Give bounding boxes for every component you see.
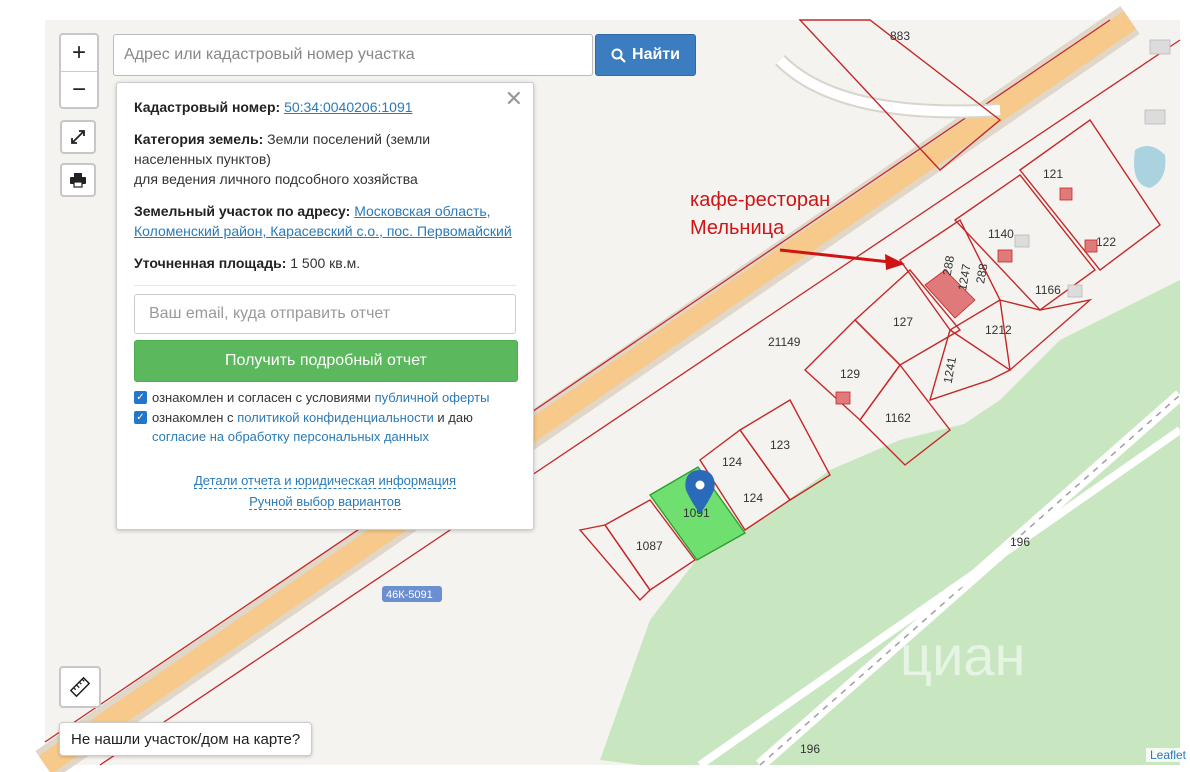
zoom-control: + − <box>59 33 99 109</box>
plot-label-1166: 1166 <box>1035 283 1061 297</box>
plot-label-1140: 1140 <box>988 227 1014 241</box>
expand-icon <box>71 130 85 144</box>
get-report-button[interactable]: Получить подробный отчет <box>134 340 518 382</box>
consent-offer-checkbox[interactable]: ✓ ознакомлен и согласен с условиями публ… <box>134 388 516 407</box>
plot-label-124b: 124 <box>743 491 763 505</box>
parcel-info-popup: ✕ Кадастровый номер: 50:34:0040206:1091 … <box>116 82 534 530</box>
area-row: Уточненная площадь: 1 500 кв.м. <box>134 253 516 273</box>
plot-label-127: 127 <box>893 315 913 329</box>
consent-privacy-checkbox[interactable]: ✓ ознакомлен с политикой конфиденциально… <box>134 408 516 446</box>
cadastral-number-row: Кадастровый номер: 50:34:0040206:1091 <box>134 97 516 117</box>
personal-data-consent-link[interactable]: согласие на обработку персональных данны… <box>152 429 429 444</box>
area-label: Уточненная площадь: <box>134 255 287 271</box>
fullscreen-button[interactable] <box>60 120 96 154</box>
plot-label-1212: 1212 <box>985 323 1012 337</box>
email-field[interactable] <box>134 294 516 334</box>
consent-privacy-mid: и даю <box>437 410 473 425</box>
zoom-out-button[interactable]: − <box>61 71 97 108</box>
road-badge-label: 46К-5091 <box>386 589 433 601</box>
plot-label-21149: 21149 <box>768 335 801 349</box>
address-label: Земельный участок по адресу: <box>134 203 351 219</box>
search-icon <box>611 48 626 63</box>
print-button[interactable] <box>60 163 96 197</box>
plot-label-1162: 1162 <box>885 411 911 425</box>
search-input[interactable] <box>113 34 593 76</box>
not-found-button[interactable]: Не нашли участок/дом на карте? <box>59 722 313 756</box>
printer-icon <box>70 173 86 188</box>
address-row: Земельный участок по адресу: Московская … <box>134 201 516 241</box>
land-use-value: для ведения личного подсобного хозяйства <box>134 171 418 187</box>
plot-label-123: 123 <box>770 438 790 452</box>
leaflet-attribution-link[interactable]: Leaflet <box>1145 748 1190 762</box>
watermark: циан <box>900 624 1025 687</box>
report-details-link[interactable]: Детали отчета и юридическая информация <box>193 473 457 489</box>
plot-label-196a: 196 <box>1010 535 1030 549</box>
plot-label-129: 129 <box>840 367 860 381</box>
public-offer-link[interactable]: публичной оферты <box>375 390 490 405</box>
privacy-policy-link[interactable]: политикой конфиденциальности <box>237 410 434 425</box>
cadastral-number-link[interactable]: 50:34:0040206:1091 <box>284 99 412 115</box>
cadastral-number-label: Кадастровый номер: <box>134 99 281 115</box>
plot-label-124a: 124 <box>722 455 742 469</box>
plot-label-121: 121 <box>1043 167 1063 181</box>
plot-label-883: 883 <box>890 29 910 43</box>
search-button-label: Найти <box>632 46 680 63</box>
plot-label-122: 122 <box>1096 235 1116 249</box>
annotation-line2: Мельница <box>690 217 785 239</box>
checkbox-checked-icon[interactable]: ✓ <box>134 391 147 404</box>
consent-privacy-text: ознакомлен с <box>152 410 234 425</box>
consent-offer-text: ознакомлен и согласен с условиями <box>152 390 371 405</box>
area-value: 1 500 кв.м. <box>290 255 361 271</box>
land-category-label: Категория земель: <box>134 131 264 147</box>
checkbox-checked-icon[interactable]: ✓ <box>134 411 147 424</box>
manual-selection-link[interactable]: Ручной выбор вариантов <box>249 494 401 510</box>
divider <box>134 285 516 286</box>
close-icon[interactable]: ✕ <box>505 88 523 110</box>
zoom-in-button[interactable]: + <box>61 35 97 71</box>
land-category-row: Категория земель: Земли поселений (земли… <box>134 129 516 189</box>
annotation-text: кафе-ресторан Мельница <box>690 186 830 242</box>
plot-label-1087: 1087 <box>636 539 663 553</box>
search-button[interactable]: Найти <box>595 34 696 76</box>
annotation-line1: кафе-ресторан <box>690 189 831 211</box>
plot-label-196b: 196 <box>800 742 820 756</box>
measure-button[interactable] <box>59 666 101 708</box>
ruler-icon <box>70 677 90 697</box>
